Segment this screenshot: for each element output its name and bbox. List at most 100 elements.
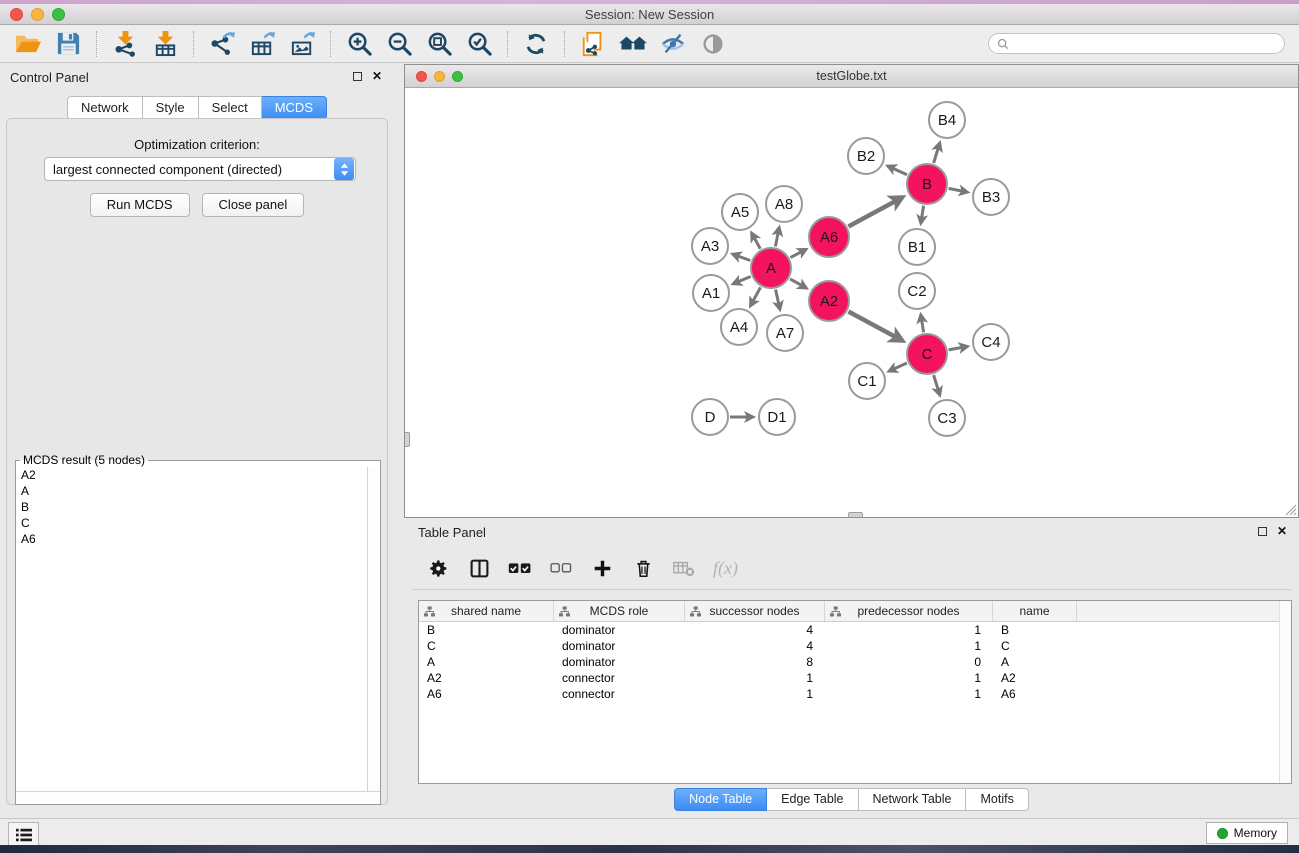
resize-grip-icon[interactable] — [1283, 502, 1297, 516]
cell-successor-nodes[interactable]: 1 — [685, 686, 825, 702]
graph-node-A4[interactable]: A4 — [721, 309, 757, 345]
cell-mcds-role[interactable]: dominator — [554, 638, 685, 654]
graph-node-B2[interactable]: B2 — [848, 138, 884, 174]
table-tab-network-table[interactable]: Network Table — [859, 788, 967, 811]
cell-successor-nodes[interactable]: 4 — [685, 638, 825, 654]
cell-mcds-role[interactable]: dominator — [554, 654, 685, 670]
network-canvas[interactable]: AA1A2A3A4A5A6A7A8BB1B2B3B4CC1C2C3C4DD1 — [405, 88, 1298, 517]
graph-node-A6[interactable]: A6 — [809, 217, 849, 257]
table-float-panel-icon[interactable] — [1258, 527, 1267, 536]
table-close-panel-icon[interactable]: ✕ — [1277, 527, 1287, 536]
zoom-out-button[interactable] — [382, 28, 416, 60]
cell-predecessor-nodes[interactable]: 1 — [825, 686, 993, 702]
zoom-fit-button[interactable] — [422, 28, 456, 60]
home-view-button[interactable] — [616, 28, 650, 60]
export-table-button[interactable] — [245, 28, 279, 60]
column-header-predecessor-nodes[interactable]: predecessor nodes — [825, 601, 993, 621]
cell-shared-name[interactable]: B — [419, 622, 554, 638]
export-image-button[interactable] — [285, 28, 319, 60]
result-vertical-scrollbar[interactable] — [367, 467, 380, 791]
cell-predecessor-nodes[interactable]: 0 — [825, 654, 993, 670]
clone-network-button[interactable] — [576, 28, 610, 60]
table-row[interactable]: A2connector11A2 — [419, 670, 1291, 686]
cell-shared-name[interactable]: A — [419, 654, 554, 670]
result-item[interactable]: A2 — [16, 467, 367, 483]
open-session-button[interactable] — [11, 28, 45, 60]
result-item[interactable]: A6 — [16, 531, 367, 547]
float-panel-icon[interactable] — [353, 72, 362, 81]
cell-predecessor-nodes[interactable]: 1 — [825, 622, 993, 638]
zoom-in-button[interactable] — [342, 28, 376, 60]
delete-row-button[interactable] — [631, 555, 655, 583]
graph-node-C2[interactable]: C2 — [899, 273, 935, 309]
table-tab-edge-table[interactable]: Edge Table — [767, 788, 858, 811]
table-tab-motifs[interactable]: Motifs — [966, 788, 1028, 811]
cell-name[interactable]: B — [993, 622, 1077, 638]
tab-mcds[interactable]: MCDS — [262, 96, 327, 120]
graph-node-A8[interactable]: A8 — [766, 186, 802, 222]
graph-node-D1[interactable]: D1 — [759, 399, 795, 435]
hide-details-button[interactable] — [656, 28, 690, 60]
show-overview-button[interactable] — [696, 28, 730, 60]
import-network-button[interactable] — [108, 28, 142, 60]
graph-node-C[interactable]: C — [907, 334, 947, 374]
canvas-left-scroll-thumb[interactable] — [405, 432, 410, 447]
split-panel-button[interactable] — [467, 555, 491, 583]
memory-button[interactable]: Memory — [1206, 822, 1288, 844]
graph-node-B1[interactable]: B1 — [899, 229, 935, 265]
column-header-name[interactable]: name — [993, 601, 1077, 621]
cell-shared-name[interactable]: A6 — [419, 686, 554, 702]
apply-function-button[interactable]: f(x) — [713, 555, 738, 583]
graph-node-A3[interactable]: A3 — [692, 228, 728, 264]
graph-node-A1[interactable]: A1 — [693, 275, 729, 311]
close-panel-button[interactable]: Close panel — [202, 193, 305, 217]
graph-node-A7[interactable]: A7 — [767, 315, 803, 351]
result-item[interactable]: C — [16, 515, 367, 531]
cell-predecessor-nodes[interactable]: 1 — [825, 670, 993, 686]
cell-mcds-role[interactable]: dominator — [554, 622, 685, 638]
run-mcds-button[interactable]: Run MCDS — [90, 193, 190, 217]
refresh-view-button[interactable] — [519, 28, 553, 60]
table-row[interactable]: Adominator80A — [419, 654, 1291, 670]
add-row-button[interactable] — [590, 555, 614, 583]
close-panel-icon[interactable]: ✕ — [372, 72, 382, 81]
graph-node-C3[interactable]: C3 — [929, 400, 965, 436]
cell-predecessor-nodes[interactable]: 1 — [825, 638, 993, 654]
result-horizontal-scrollbar[interactable] — [16, 791, 380, 804]
canvas-bottom-scroll-thumb[interactable] — [848, 512, 863, 517]
result-item[interactable]: A — [16, 483, 367, 499]
search-input[interactable] — [1013, 36, 1276, 52]
task-history-button[interactable] — [8, 822, 39, 847]
column-header-mcds-role[interactable]: MCDS role — [554, 601, 685, 621]
table-tab-node-table[interactable]: Node Table — [674, 788, 767, 811]
export-network-button[interactable] — [205, 28, 239, 60]
criterion-dropdown[interactable]: largest connected component (directed) — [44, 157, 356, 181]
column-header-successor-nodes[interactable]: successor nodes — [685, 601, 825, 621]
deselect-all-button[interactable] — [549, 555, 573, 583]
graph-node-B4[interactable]: B4 — [929, 102, 965, 138]
cell-name[interactable]: A6 — [993, 686, 1077, 702]
column-header-shared-name[interactable]: shared name — [419, 601, 554, 621]
table-settings-button[interactable] — [426, 555, 450, 583]
cell-shared-name[interactable]: A2 — [419, 670, 554, 686]
table-row[interactable]: Cdominator41C — [419, 638, 1291, 654]
graph-node-B[interactable]: B — [907, 164, 947, 204]
import-table-button[interactable] — [148, 28, 182, 60]
cell-successor-nodes[interactable]: 8 — [685, 654, 825, 670]
table-vertical-scrollbar[interactable] — [1279, 601, 1291, 783]
save-session-button[interactable] — [51, 28, 85, 60]
graph-node-C4[interactable]: C4 — [973, 324, 1009, 360]
network-window-titlebar[interactable]: testGlobe.txt — [405, 65, 1298, 88]
table-row[interactable]: Bdominator41B — [419, 622, 1291, 638]
graph-node-A[interactable]: A — [751, 248, 791, 288]
search-field[interactable] — [988, 33, 1285, 54]
tab-style[interactable]: Style — [143, 96, 199, 120]
cell-mcds-role[interactable]: connector — [554, 670, 685, 686]
cell-name[interactable]: A — [993, 654, 1077, 670]
graph-node-C1[interactable]: C1 — [849, 363, 885, 399]
cell-name[interactable]: C — [993, 638, 1077, 654]
graph-node-B3[interactable]: B3 — [973, 179, 1009, 215]
delete-column-button[interactable] — [672, 555, 696, 583]
table-row[interactable]: A6connector11A6 — [419, 686, 1291, 702]
zoom-selected-button[interactable] — [462, 28, 496, 60]
